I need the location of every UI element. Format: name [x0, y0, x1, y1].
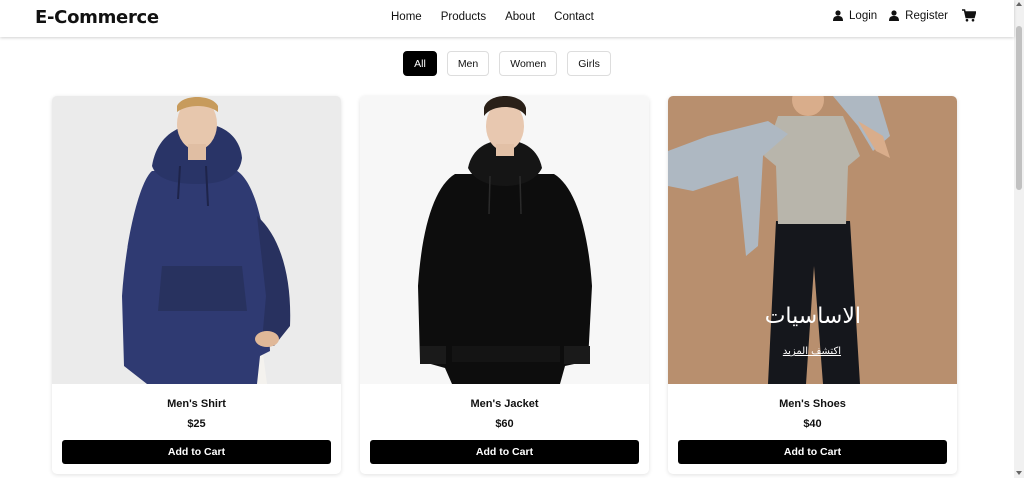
product-price: $40: [803, 418, 822, 430]
product-image-black-hoodie[interactable]: [360, 96, 649, 384]
nav-link-contact[interactable]: Contact: [554, 11, 594, 23]
page-scrollbar[interactable]: [1014, 0, 1024, 478]
add-to-cart-button[interactable]: Add to Cart: [678, 440, 947, 464]
scroll-down-arrow-icon[interactable]: [1016, 471, 1022, 475]
nav-link-home[interactable]: Home: [391, 11, 422, 23]
scroll-up-arrow-icon[interactable]: [1016, 2, 1022, 6]
register-label: Register: [905, 9, 948, 22]
user-icon: [889, 10, 900, 21]
product-name: Men's Shirt: [167, 398, 226, 410]
product-name: Men's Jacket: [470, 398, 539, 410]
product-name: Men's Shoes: [779, 398, 846, 410]
user-icon: [833, 10, 844, 21]
product-image-promo[interactable]: الاساسيات اكتشف المزيد: [668, 96, 957, 384]
nav-actions: Login Register: [821, 9, 976, 22]
hoodie-illustration: [52, 96, 341, 384]
cart-icon[interactable]: [962, 9, 976, 22]
add-to-cart-button[interactable]: Add to Cart: [370, 440, 639, 464]
nav-link-about[interactable]: About: [505, 11, 535, 23]
product-image-navy-hoodie[interactable]: [52, 96, 341, 384]
promo-title: الاساسيات: [764, 304, 861, 329]
category-filters: All Men Women Girls: [0, 51, 1014, 76]
filter-women[interactable]: Women: [499, 51, 558, 76]
filter-men[interactable]: Men: [446, 51, 490, 76]
add-to-cart-button[interactable]: Add to Cart: [62, 440, 331, 464]
product-card: الاساسيات اكتشف المزيد Men's Shoes $40 A…: [668, 96, 957, 474]
login-label: Login: [849, 9, 878, 22]
login-link[interactable]: Login: [833, 10, 877, 22]
scroll-thumb[interactable]: [1016, 26, 1022, 190]
filter-girls[interactable]: Girls: [567, 51, 611, 76]
product-price: $60: [495, 418, 514, 430]
product-card: Men's Shirt $25 Add to Cart: [52, 96, 341, 474]
product-card: Men's Jacket $60 Add to Cart: [360, 96, 649, 474]
nav-link-products[interactable]: Products: [441, 11, 486, 23]
promo-illustration: [668, 96, 957, 384]
promo-link[interactable]: اكتشف المزيد: [783, 346, 841, 357]
nav-links: Home Products About Contact: [391, 11, 613, 23]
product-grid: Men's Shirt $25 Add to Cart Men's Jacket…: [52, 96, 957, 474]
register-link[interactable]: Register: [889, 10, 948, 22]
product-price: $25: [187, 418, 206, 430]
hoodie-illustration: [360, 96, 649, 384]
navbar: E-Commerce Home Products About Contact L…: [0, 0, 1014, 37]
filter-all[interactable]: All: [403, 51, 437, 76]
page: E-Commerce Home Products About Contact L…: [0, 0, 1024, 478]
brand-logo[interactable]: E-Commerce: [35, 7, 159, 28]
